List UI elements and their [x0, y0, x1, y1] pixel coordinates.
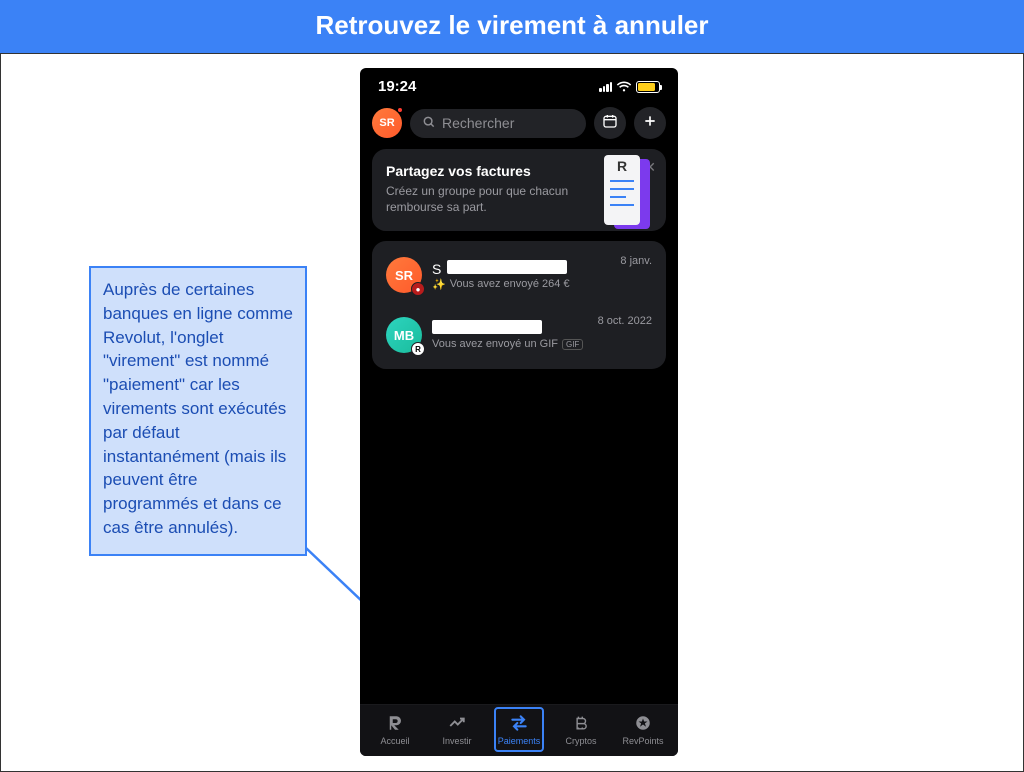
points-icon [634, 713, 652, 733]
callout-text: Auprès de certaines banques en ligne com… [103, 280, 293, 537]
transaction-row[interactable]: MB R Vous avez envoyé un GIF GIF 8 oct. … [372, 305, 666, 365]
search-placeholder: Rechercher [442, 115, 514, 131]
sparkle-icon: ✨ [432, 278, 446, 291]
search-input[interactable]: Rechercher [410, 109, 586, 138]
promo-card[interactable]: ✕ Partagez vos factures Créez un groupe … [372, 149, 666, 231]
revolut-logo-icon [386, 713, 404, 733]
nav-label: Paiements [498, 736, 541, 746]
status-time: 19:24 [378, 78, 416, 95]
redacted-name [447, 260, 567, 274]
content-area: Auprès de certaines banques en ligne com… [0, 53, 1024, 772]
cellular-signal-icon [599, 82, 612, 92]
receipt-illustration-icon: R [586, 155, 660, 231]
avatar-initials: SR [379, 117, 394, 129]
wifi-icon [616, 81, 632, 93]
bottom-nav: Accueil Investir Paiements Cryptos [360, 704, 678, 756]
calendar-button[interactable] [594, 107, 626, 139]
transaction-subtitle: Vous avez envoyé 264 € [450, 278, 570, 290]
svg-text:R: R [617, 158, 627, 174]
nav-label: RevPoints [622, 736, 663, 746]
top-row: SR Rechercher [360, 99, 678, 149]
banner-title: Retrouvez le virement à annuler [315, 10, 708, 40]
contact-avatar: MB R [386, 317, 422, 353]
callout-box: Auprès de certaines banques en ligne com… [89, 266, 307, 556]
nav-revpoints[interactable]: RevPoints [612, 713, 674, 746]
gif-badge: GIF [562, 339, 583, 350]
promo-subtitle: Créez un groupe pour que chacun rembours… [386, 183, 576, 215]
name-prefix: S [432, 261, 441, 277]
nav-invest[interactable]: Investir [426, 713, 488, 746]
nav-label: Investir [442, 736, 471, 746]
add-button[interactable] [634, 107, 666, 139]
transfer-arrows-icon [509, 713, 529, 733]
nav-payments[interactable]: Paiements [488, 713, 550, 746]
search-icon [422, 115, 436, 132]
bitcoin-icon [573, 713, 589, 733]
transaction-date: 8 janv. [620, 255, 652, 267]
contact-avatar: SR ● [386, 257, 422, 293]
calendar-icon [602, 113, 618, 134]
profile-avatar[interactable]: SR [372, 108, 402, 138]
transaction-subtitle: Vous avez envoyé un GIF [432, 338, 558, 350]
notification-dot-icon [397, 107, 403, 113]
nav-label: Accueil [380, 736, 409, 746]
plus-icon [642, 113, 658, 134]
nav-crypto[interactable]: Cryptos [550, 713, 612, 746]
avatar-initials: MB [394, 328, 414, 343]
revolut-badge-icon: R [411, 342, 425, 356]
phone-screenshot: 19:24 SR Rechercher [360, 68, 678, 756]
redacted-name [432, 320, 542, 334]
chart-icon [448, 713, 466, 733]
avatar-initials: SR [395, 268, 413, 283]
nav-label: Cryptos [565, 736, 596, 746]
page-banner: Retrouvez le virement à annuler [0, 0, 1024, 53]
status-bar: 19:24 [360, 68, 678, 99]
transactions-card: SR ● S ✨ Vous avez envoyé 264 € 8 janv. [372, 241, 666, 369]
battery-icon [636, 81, 660, 93]
transaction-row[interactable]: SR ● S ✨ Vous avez envoyé 264 € 8 janv. [372, 245, 666, 305]
transaction-date: 8 oct. 2022 [598, 315, 652, 327]
nav-home[interactable]: Accueil [364, 713, 426, 746]
badge-icon: ● [411, 282, 425, 296]
